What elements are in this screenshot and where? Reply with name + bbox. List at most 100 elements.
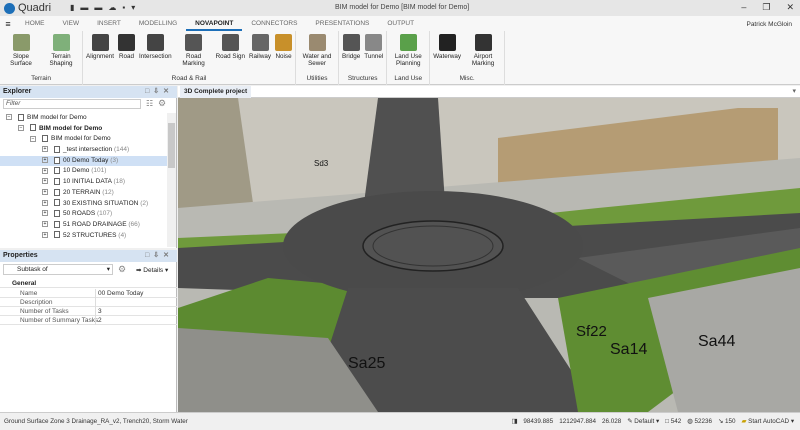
bridge-label: Bridge — [342, 53, 361, 60]
property-row[interactable]: Number of Summary Tasks 2 — [0, 316, 177, 325]
bridge-button[interactable]: Bridge — [342, 31, 360, 73]
airport-marking-button[interactable]: Airport Marking — [465, 31, 501, 73]
waterway-button[interactable]: Waterway — [433, 31, 461, 73]
properties-title: Properties — [3, 252, 38, 259]
alignment-label: Alignment — [86, 53, 115, 60]
tab-presentations[interactable]: PRESENTATIONS — [306, 16, 378, 31]
expand-icon[interactable]: + — [42, 146, 48, 153]
tree-item-label: _test intersection — [63, 146, 113, 154]
dropdown-icon[interactable]: ▾ — [131, 3, 135, 12]
tree-item[interactable]: +10 INITIAL DATA (18) — [0, 177, 167, 188]
tree-item[interactable]: +52 STRUCTURES (4) — [0, 231, 167, 242]
tree-options-icon[interactable]: ☷ — [146, 99, 153, 108]
tree-item[interactable]: +00 Demo Today (3) — [0, 155, 167, 167]
expand-icon[interactable]: + — [42, 221, 48, 228]
expand-icon[interactable]: + — [42, 199, 48, 206]
panel-controls[interactable]: □⇩✕ — [145, 250, 173, 262]
gear-icon[interactable]: ⚙ — [118, 264, 126, 275]
tree-item[interactable]: +10 Demo (101) — [0, 166, 167, 177]
road-sign-button[interactable]: Road Sign — [216, 31, 245, 73]
slope-surface-button[interactable]: Slope Surface — [3, 31, 39, 73]
road-marking-button[interactable]: Road Marking — [176, 31, 212, 73]
tab-novapoint[interactable]: NOVAPOINT — [186, 16, 243, 31]
waterway-icon — [438, 34, 456, 51]
properties-header: Properties □⇩✕ — [0, 250, 177, 262]
folder-icon — [54, 145, 60, 153]
tree-item-count: (3) — [110, 156, 119, 164]
tab-view[interactable]: VIEW — [54, 16, 89, 31]
tree-item[interactable]: − BIM model for Demo — [0, 134, 167, 145]
expand-icon[interactable]: + — [42, 178, 48, 185]
tree-item[interactable]: +30 EXISTING SITUATION (2) — [0, 199, 167, 210]
noise-icon — [275, 34, 293, 51]
tab-3d-complete-project[interactable]: 3D Complete project — [180, 86, 252, 98]
slope-surface-icon — [12, 34, 30, 51]
tree-item[interactable]: + _test intersection (144) — [0, 145, 167, 156]
ribbon-group-utilities: Water and Sewer Utilities — [296, 31, 340, 85]
noise-button[interactable]: Noise — [275, 31, 293, 73]
tree-item[interactable]: − BIM model for Demo — [0, 113, 167, 124]
filter-input[interactable]: Filter — [3, 99, 141, 109]
minimize-button[interactable]: – — [741, 2, 746, 13]
alignment-button[interactable]: Alignment — [86, 31, 114, 73]
group-label: Utilities — [306, 75, 328, 82]
tree-item[interactable]: +51 ROAD DRAINAGE (66) — [0, 220, 167, 231]
terrain-shaping-button[interactable]: Terrain Shaping — [43, 31, 79, 73]
panel-controls[interactable]: □⇩✕ — [145, 86, 173, 98]
tab-output[interactable]: OUTPUT — [378, 16, 423, 31]
railway-icon — [251, 34, 269, 51]
details-button[interactable]: ➡ Details ▾ — [136, 266, 168, 274]
new-icon[interactable]: ▮ — [70, 3, 74, 12]
open-folder-icon[interactable]: ▬ — [80, 3, 88, 12]
subtask-select[interactable]: Subtask of ▾ — [3, 264, 113, 275]
gear-icon[interactable]: ⚙ — [158, 98, 166, 109]
section-general[interactable]: General — [0, 279, 177, 288]
tree-item-label: 10 INITIAL DATA — [63, 178, 112, 186]
property-row[interactable]: Name 00 Demo Today — [0, 289, 177, 298]
menu-icon[interactable]: ≡ — [0, 19, 16, 29]
ribbon-group-terrain: Slope Surface Terrain Shaping Terrain — [0, 31, 83, 85]
explorer-scrollbar[interactable] — [167, 113, 176, 247]
tab-insert[interactable]: INSERT — [88, 16, 130, 31]
group-label: Misc. — [459, 75, 475, 82]
expand-icon[interactable]: + — [42, 167, 48, 174]
tree-item-count: (4) — [118, 231, 127, 239]
tree-item[interactable]: +50 ROADS (107) — [0, 209, 167, 220]
collapse-icon[interactable]: − — [6, 114, 12, 121]
tab-connectors[interactable]: CONNECTORS — [242, 16, 306, 31]
coord-x: 98439.885 — [523, 418, 554, 425]
land-use-planning-button[interactable]: Land Use Planning — [390, 31, 426, 73]
tab-dropdown-icon[interactable]: ▾ — [792, 87, 796, 95]
intersection-icon — [146, 34, 164, 51]
collapse-icon[interactable]: − — [18, 124, 24, 131]
tab-home[interactable]: HOME — [16, 16, 54, 31]
railway-button[interactable]: Railway — [249, 31, 271, 73]
tunnel-button[interactable]: Tunnel — [364, 31, 383, 73]
start-autocad-button[interactable]: ▰ Start AutoCAD ▾ — [742, 413, 794, 430]
tree-item[interactable]: +20 TERRAIN (12) — [0, 188, 167, 199]
style-select[interactable]: ✎ Default ▾ — [627, 413, 659, 430]
details-label: Details — [143, 267, 164, 274]
road-button[interactable]: Road — [118, 31, 136, 73]
tab-modelling[interactable]: MODELLING — [130, 16, 186, 31]
folder-icon[interactable]: ▬ — [94, 3, 102, 12]
ribbon-group-structures: Bridge Tunnel Structures — [339, 31, 388, 85]
water-and-sewer-button[interactable]: Water and Sewer — [299, 31, 335, 73]
expand-icon[interactable]: + — [42, 210, 48, 217]
user-name[interactable]: Patrick McGloin — [746, 21, 792, 28]
cloud-icon[interactable]: ☁ — [108, 3, 116, 12]
3d-viewport[interactable]: Sd3 Sf22 Sa14 Sa44 Sa25 — [178, 98, 800, 412]
close-button[interactable]: ✕ — [786, 2, 794, 13]
maximize-button[interactable]: ❐ — [762, 2, 770, 13]
expand-icon[interactable]: + — [42, 231, 48, 238]
expand-icon[interactable]: + — [42, 157, 48, 164]
expand-icon[interactable]: + — [42, 189, 48, 196]
collapse-icon[interactable]: − — [30, 135, 36, 142]
property-row[interactable]: Number of Tasks 3 — [0, 307, 177, 316]
tree-item[interactable]: − BIM model for Demo — [0, 124, 167, 135]
group-label: Terrain — [31, 75, 51, 82]
property-row[interactable]: Description — [0, 298, 177, 307]
intersection-button[interactable]: Intersection — [139, 31, 172, 73]
zone-label: Sd3 — [314, 159, 329, 168]
save-icon[interactable]: ▪ — [122, 3, 125, 12]
